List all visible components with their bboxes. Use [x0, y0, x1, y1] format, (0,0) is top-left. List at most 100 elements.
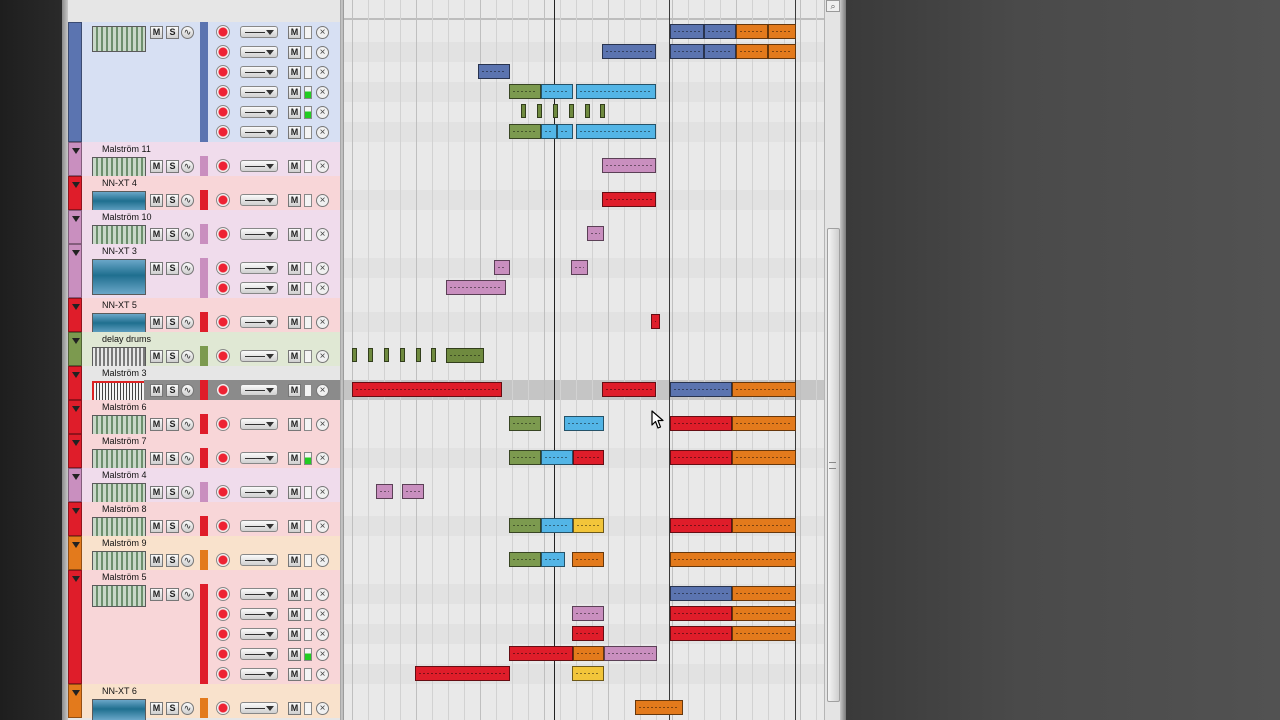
lane-mode-dropdown[interactable] [240, 126, 278, 138]
zoom-icon[interactable]: ⌕ [826, 0, 840, 12]
monitor-icon[interactable]: ∿ [181, 316, 194, 329]
fold-triangle-icon[interactable] [72, 576, 80, 582]
track[interactable]: Malström 6 M S ∿ M × [68, 400, 340, 437]
record-enable-icon[interactable] [216, 349, 230, 363]
delete-lane-icon[interactable]: × [316, 486, 329, 499]
track-name[interactable]: Malström 8 [102, 504, 147, 514]
mute-button[interactable]: M [150, 350, 163, 363]
fold-triangle-icon[interactable] [72, 690, 80, 696]
monitor-icon[interactable]: ∿ [181, 702, 194, 715]
solo-button[interactable]: S [166, 194, 179, 207]
track[interactable]: NN-XT 4 M S ∿ M × [68, 176, 340, 213]
lane-mute-button[interactable]: M [288, 66, 301, 79]
fold-triangle-icon[interactable] [72, 372, 80, 378]
note-clip[interactable] [736, 44, 768, 59]
track-name[interactable]: Malström 6 [102, 402, 147, 412]
note-clip[interactable] [400, 348, 405, 362]
note-clip[interactable] [572, 552, 604, 567]
record-enable-icon[interactable] [216, 627, 230, 641]
lane-mute-button[interactable]: M [288, 668, 301, 681]
delete-lane-icon[interactable]: × [316, 46, 329, 59]
mute-button[interactable]: M [150, 702, 163, 715]
lane-mute-button[interactable]: M [288, 46, 301, 59]
device-thumbnail-icon[interactable] [92, 26, 146, 52]
monitor-icon[interactable]: ∿ [181, 418, 194, 431]
device-thumbnail-icon[interactable] [92, 699, 146, 720]
monitor-icon[interactable]: ∿ [181, 588, 194, 601]
delete-lane-icon[interactable]: × [316, 86, 329, 99]
note-clip[interactable] [521, 104, 526, 118]
solo-button[interactable]: S [166, 418, 179, 431]
mute-button[interactable]: M [150, 316, 163, 329]
track[interactable]: Malström 11 M S ∿ M × [68, 142, 340, 179]
lane-mute-button[interactable]: M [288, 194, 301, 207]
delete-lane-icon[interactable]: × [316, 418, 329, 431]
record-enable-icon[interactable] [216, 193, 230, 207]
delete-lane-icon[interactable]: × [316, 228, 329, 241]
note-clip[interactable] [431, 348, 436, 362]
monitor-icon[interactable]: ∿ [181, 486, 194, 499]
lane-mute-button[interactable]: M [288, 608, 301, 621]
track[interactable]: delay drums M S ∿ M × [68, 332, 340, 369]
note-clip[interactable] [602, 158, 656, 173]
delete-lane-icon[interactable]: × [316, 26, 329, 39]
note-clip[interactable] [670, 44, 704, 59]
note-clip[interactable] [670, 586, 732, 601]
record-enable-icon[interactable] [216, 125, 230, 139]
lane-mode-dropdown[interactable] [240, 486, 278, 498]
note-clip[interactable] [446, 280, 506, 295]
note-clip[interactable] [768, 44, 796, 59]
track-name[interactable]: NN-XT 4 [102, 178, 137, 188]
delete-lane-icon[interactable]: × [316, 452, 329, 465]
mute-button[interactable]: M [150, 554, 163, 567]
lane-mode-dropdown[interactable] [240, 702, 278, 714]
note-clip[interactable] [402, 484, 424, 499]
lane-mute-button[interactable]: M [288, 452, 301, 465]
record-enable-icon[interactable] [216, 261, 230, 275]
fold-triangle-icon[interactable] [72, 148, 80, 154]
device-thumbnail-icon[interactable] [92, 585, 146, 607]
lane-mode-dropdown[interactable] [240, 46, 278, 58]
track-name[interactable]: Malström 3 [102, 368, 147, 378]
note-clip[interactable] [670, 416, 732, 431]
record-enable-icon[interactable] [216, 85, 230, 99]
lane-mode-dropdown[interactable] [240, 418, 278, 430]
record-enable-icon[interactable] [216, 45, 230, 59]
note-clip[interactable] [509, 416, 541, 431]
track-name[interactable]: NN-XT 3 [102, 246, 137, 256]
solo-button[interactable]: S [166, 26, 179, 39]
fold-triangle-icon[interactable] [72, 250, 80, 256]
track-name[interactable]: Malström 10 [102, 212, 152, 222]
solo-button[interactable]: S [166, 452, 179, 465]
record-enable-icon[interactable] [216, 383, 230, 397]
solo-button[interactable]: S [166, 520, 179, 533]
lane-mute-button[interactable]: M [288, 350, 301, 363]
track-name[interactable]: delay drums [102, 334, 151, 344]
delete-lane-icon[interactable]: × [316, 668, 329, 681]
solo-button[interactable]: S [166, 160, 179, 173]
note-clip[interactable] [670, 24, 704, 39]
note-clip[interactable] [541, 84, 573, 99]
delete-lane-icon[interactable]: × [316, 628, 329, 641]
note-clip[interactable] [509, 518, 541, 533]
record-enable-icon[interactable] [216, 647, 230, 661]
note-clip[interactable] [670, 626, 732, 641]
sequencer-arrange-area[interactable] [344, 0, 824, 720]
record-enable-icon[interactable] [216, 105, 230, 119]
track-color-strip[interactable] [68, 22, 82, 142]
track[interactable]: Malström 4 M S ∿ M × [68, 468, 340, 505]
note-clip[interactable] [732, 518, 796, 533]
note-clip[interactable] [509, 450, 541, 465]
track-name[interactable]: Malström 5 [102, 572, 147, 582]
note-clip[interactable] [732, 450, 796, 465]
note-clip[interactable] [573, 518, 604, 533]
track-color-strip[interactable] [68, 176, 82, 210]
note-clip[interactable] [602, 382, 656, 397]
note-clip[interactable] [569, 104, 574, 118]
fold-triangle-icon[interactable] [72, 338, 80, 344]
track[interactable]: NN-XT 6 M S ∿ M × [68, 684, 340, 720]
solo-button[interactable]: S [166, 262, 179, 275]
note-clip[interactable] [415, 666, 510, 681]
solo-button[interactable]: S [166, 486, 179, 499]
note-clip[interactable] [384, 348, 389, 362]
